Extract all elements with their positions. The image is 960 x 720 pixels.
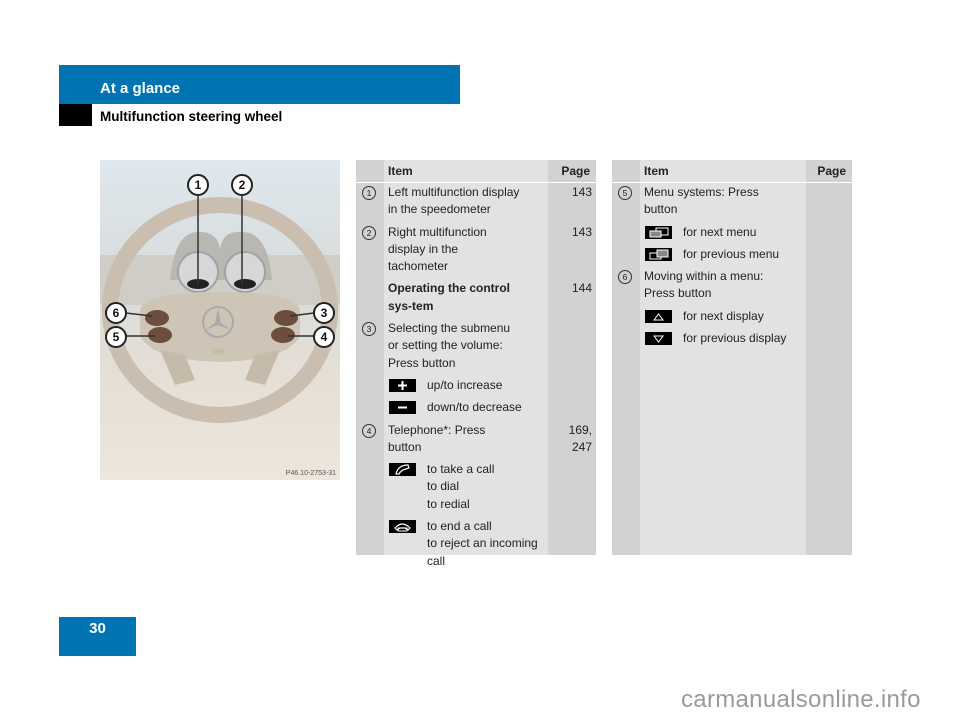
minus-button-icon (389, 401, 416, 415)
phone-hangup-icon (389, 520, 416, 534)
table-header: Item Page (612, 160, 852, 183)
button-function-row: to end a call to reject an incoming call (356, 518, 596, 570)
button-function-row: for previous menu (612, 246, 852, 263)
callout-5: 5 (113, 330, 120, 344)
item-text: Operating the control sys-tem (388, 281, 511, 313)
table-row: 1 Left multifunction display in the speed… (356, 184, 596, 219)
item-number: 4 (362, 423, 376, 438)
item-text: Right multifunction display in the tacho… (388, 224, 487, 274)
header-marker (59, 104, 92, 126)
item-table-right: Item Page 5 Menu systems: Press button for… (612, 160, 852, 555)
page-subtitle: Multifunction steering wheel (100, 109, 283, 124)
previous-menu-icon (645, 247, 672, 261)
item-text: Selecting the submenu or setting the vol… (388, 321, 511, 370)
function-text: up/to increase (427, 377, 503, 392)
phone-pickup-icon (389, 463, 416, 477)
header-item: Item (644, 164, 669, 178)
plus-button-icon (389, 378, 416, 392)
figure-code: P46.10-2753-31 (286, 470, 336, 477)
callout-6: 6 (113, 306, 120, 320)
page-ref: 169, 247 (568, 422, 592, 454)
callout-2: 2 (239, 178, 246, 192)
table-row: 3 Selecting the submenu or setting the vo… (356, 320, 596, 372)
item-text: Left multifunction display in the speedo… (388, 185, 520, 217)
page-ref: 143 (571, 224, 592, 239)
header-page: Page (561, 164, 590, 178)
item-table-left: Item Page 1 Left multifunction display in… (356, 160, 596, 568)
page-ref: 143 (571, 185, 592, 199)
item-number: 2 (362, 225, 376, 240)
emblem-text: SRS (212, 350, 224, 356)
function-text: for next menu (683, 224, 757, 239)
table-row: 5 Menu systems: Press button (612, 184, 852, 219)
button-function-row: for previous display (612, 330, 852, 347)
table-row: 4 Telephone*: Press button 169, 247 (356, 422, 596, 457)
table-row: 6 Moving within a menu: Press button (612, 268, 852, 303)
callout-4: 4 (321, 330, 328, 344)
arrow-down-icon (645, 332, 672, 346)
table-body: 5 Menu systems: Press button for next menu… (612, 184, 852, 352)
button-function-row: up/to increase (356, 377, 596, 394)
button-function-row: down/to decrease (356, 399, 596, 416)
item-number: 5 (618, 186, 632, 200)
button-function-row: for next display (612, 308, 852, 325)
item-number: 3 (362, 322, 376, 337)
watermark: carmanualsonline.info (681, 686, 921, 713)
table-header: Item Page (356, 160, 596, 183)
function-text: for previous menu (683, 246, 780, 261)
header-item: Item (388, 164, 413, 178)
page-number: 30 (59, 617, 136, 656)
item-text: Telephone*: Press button (388, 422, 486, 454)
callout-3: 3 (321, 306, 328, 320)
arrow-up-icon (645, 309, 672, 323)
item-number: 1 (362, 186, 376, 200)
function-text: for next display (683, 308, 764, 323)
table-row: 2 Right multifunction display in the tach… (356, 224, 596, 276)
function-text: to take a call to dial to redial (427, 462, 495, 511)
function-text: to end a call to reject an incoming call (427, 519, 538, 568)
button-function-row: to take a call to dial to redial (356, 461, 596, 513)
item-number: 6 (618, 270, 632, 285)
steering-wheel-figure: SRS 1 2 3 4 5 6 P46.10-2753-31 (100, 160, 340, 480)
button-function-row: for next menu (612, 224, 852, 241)
function-text: for previous display (683, 331, 787, 346)
function-text: down/to decrease (427, 400, 522, 415)
table-row: Operating the control sys-tem 144 (356, 280, 596, 315)
page-ref: 144 (571, 281, 592, 296)
header-page: Page (817, 164, 846, 178)
item-text: Menu systems: Press button (644, 185, 759, 217)
next-menu-icon (645, 225, 672, 239)
item-text: Moving within a menu: Press button (644, 269, 764, 301)
callout-1: 1 (195, 178, 202, 192)
section-title: At a glance (100, 80, 181, 97)
table-body: 1 Left multifunction display in the speed… (356, 184, 596, 575)
